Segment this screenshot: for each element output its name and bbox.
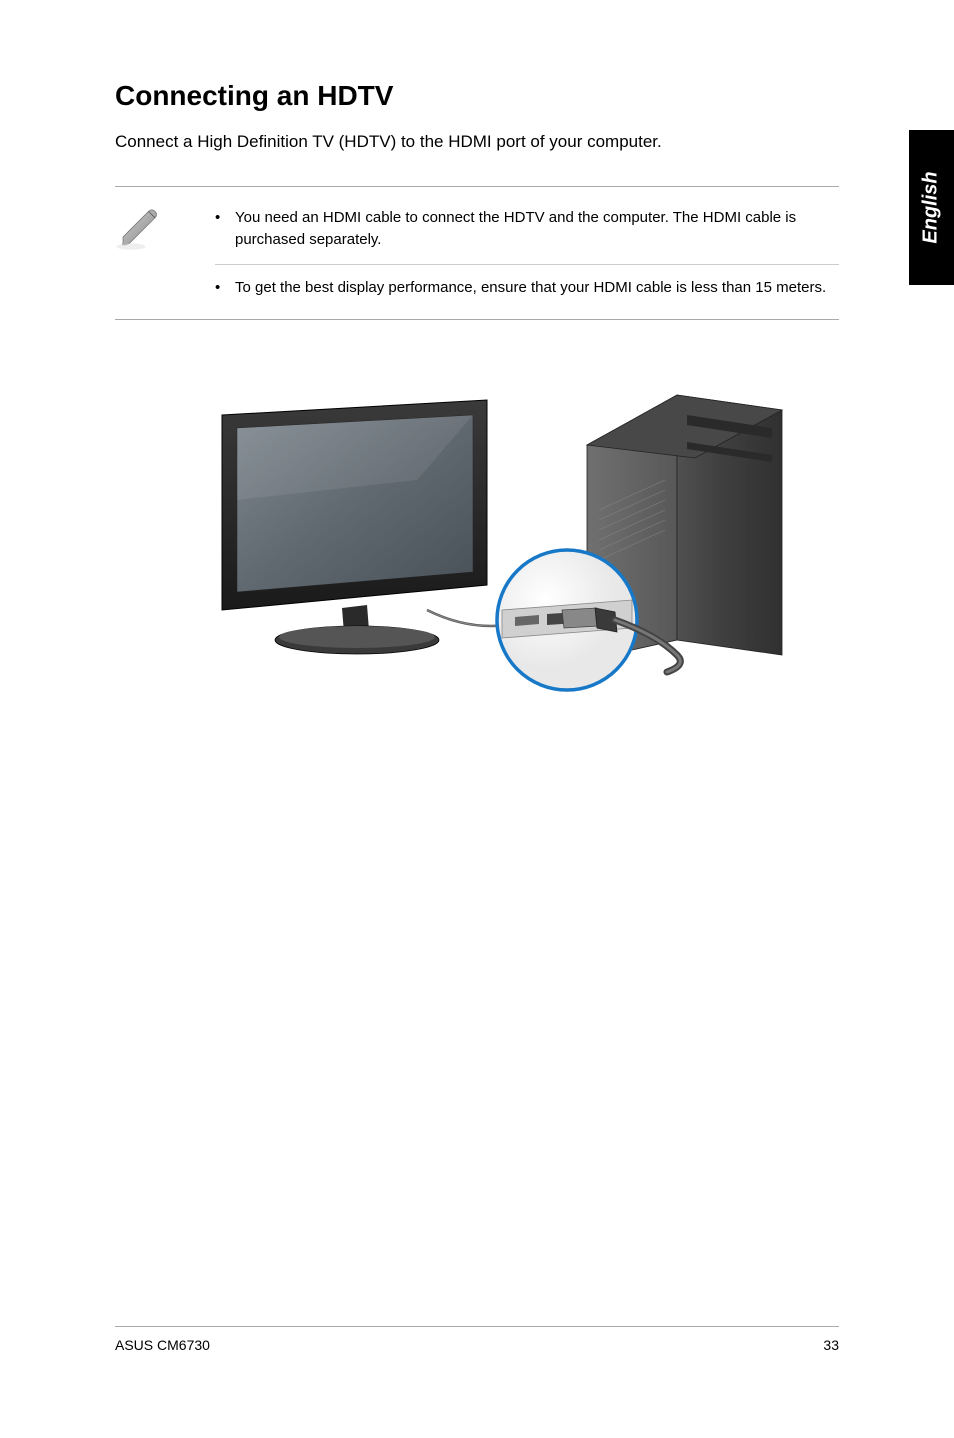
footer-model: ASUS CM6730 (115, 1337, 210, 1353)
note-text-column: • You need an HDMI cable to connect the … (215, 187, 839, 320)
hdtv-connection-illustration (115, 360, 839, 700)
footer-page-number: 33 (823, 1337, 839, 1353)
note-item-2: • To get the best display performance, e… (215, 271, 839, 306)
note-text-2: To get the best display performance, ens… (235, 277, 839, 300)
intro-paragraph: Connect a High Definition TV (HDTV) to t… (115, 130, 839, 154)
note-item-1: • You need an HDMI cable to connect the … (215, 201, 839, 265)
bullet-marker: • (215, 277, 235, 300)
note-icon-column (115, 187, 215, 320)
note-section: • You need an HDMI cable to connect the … (115, 186, 839, 321)
pen-icon (115, 205, 163, 258)
note-text-1: You need an HDMI cable to connect the HD… (235, 207, 839, 252)
page-footer: ASUS CM6730 33 (115, 1326, 839, 1353)
language-tab: English (909, 130, 954, 285)
language-tab-text: English (920, 171, 943, 243)
bullet-marker: • (215, 207, 235, 252)
page-heading: Connecting an HDTV (115, 80, 839, 112)
